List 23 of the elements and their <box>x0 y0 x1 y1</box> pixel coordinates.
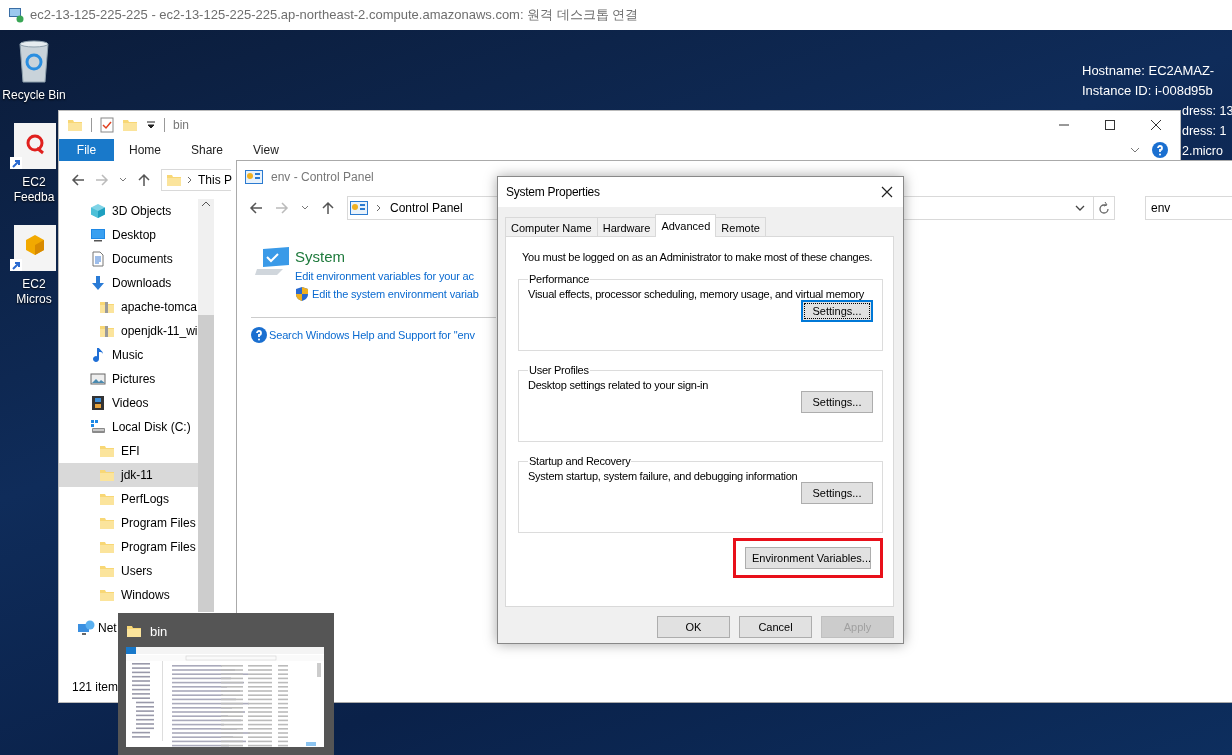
group-title: User Profiles <box>528 364 590 376</box>
icon-label: Micros <box>16 292 52 307</box>
group-title: Performance <box>528 273 591 285</box>
group-description: Visual effects, processor scheduling, memory usage, and virtual memory <box>528 288 866 300</box>
info-text: dress: 1 <box>1182 123 1228 140</box>
notice-text: You must be logged on as an Administrator to make most of these changes. <box>521 251 873 263</box>
group-description: Desktop settings related to your sign-in <box>528 379 710 391</box>
window-title: ec2-13-125-225-225 - ec2-13-125-225-225.ap-northeast-2.compute.amazonaws.com: 원격 데스크톱 연결 <box>30 6 639 24</box>
icon-label: EC2 <box>22 175 46 190</box>
icon-label: Feedba <box>13 190 55 205</box>
window-title: bin <box>173 118 189 132</box>
preview-title: bin <box>150 623 168 639</box>
group-title: Startup and Recovery <box>528 455 632 467</box>
group-description: System startup, system failure, and debugging information <box>528 470 799 482</box>
window-title: env - Control Panel <box>271 170 374 184</box>
dialog-title: System Properties <box>506 185 601 199</box>
info-text: Instance ID: i-008d95b <box>1082 82 1214 100</box>
status-text: 121 item <box>71 679 120 696</box>
icon-label: EC2 <box>22 277 46 292</box>
info-text: Hostname: EC2AMAZ- <box>1082 62 1215 80</box>
icon-label: Recycle Bin <box>2 88 66 103</box>
info-text: dress: 13 <box>1182 103 1232 120</box>
info-text: 2.micro <box>1182 143 1224 160</box>
